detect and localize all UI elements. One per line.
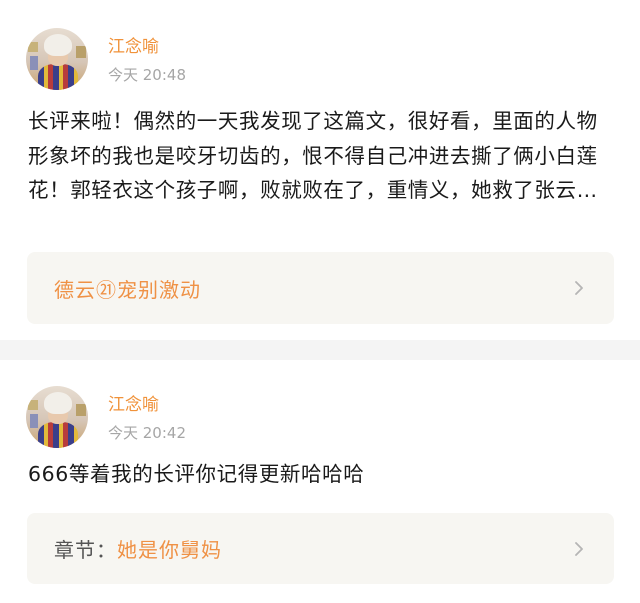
comment-card: 江念喻 今天 20:48 长评来啦！偶然的一天我发现了这篇文，很好看，里面的人物…	[0, 0, 640, 340]
timestamp: 今天 20:48	[108, 66, 186, 84]
comment-header: 江念喻 今天 20:42	[26, 386, 186, 448]
comment-meta: 江念喻 今天 20:42	[108, 386, 186, 443]
avatar[interactable]	[26, 28, 88, 90]
avatar[interactable]	[26, 386, 88, 448]
chapter-link[interactable]: 章节：她是你舅妈	[27, 513, 614, 584]
comment-header: 江念喻 今天 20:48	[26, 28, 186, 90]
comment-body: 长评来啦！偶然的一天我发现了这篇文，很好看，里面的人物形象坏的我也是咬牙切齿的，…	[28, 109, 598, 202]
chapter-link-label: 德云㉑宠别激动	[54, 277, 201, 302]
comment-card: 江念喻 今天 20:42 666等着我的长评你记得更新哈哈哈 章节：她是你舅妈	[0, 360, 640, 603]
username[interactable]: 江念喻	[108, 394, 186, 416]
chevron-right-icon	[572, 281, 586, 295]
chapter-link-prefix: 章节：	[54, 538, 117, 562]
chevron-right-icon	[572, 541, 586, 556]
comment-body: 666等着我的长评你记得更新哈哈哈	[28, 462, 365, 486]
chapter-link-label: 她是你舅妈	[117, 538, 222, 562]
chapter-link-text: 章节：她是你舅妈	[54, 534, 222, 563]
comment-meta: 江念喻 今天 20:48	[108, 28, 186, 85]
chapter-link[interactable]: 德云㉑宠别激动	[27, 252, 614, 324]
username[interactable]: 江念喻	[108, 36, 186, 58]
card-divider	[0, 340, 640, 360]
timestamp: 今天 20:42	[108, 424, 186, 442]
chapter-link-text: 德云㉑宠别激动	[54, 274, 201, 303]
comment-feed: 江念喻 今天 20:48 长评来啦！偶然的一天我发现了这篇文，很好看，里面的人物…	[0, 0, 640, 603]
